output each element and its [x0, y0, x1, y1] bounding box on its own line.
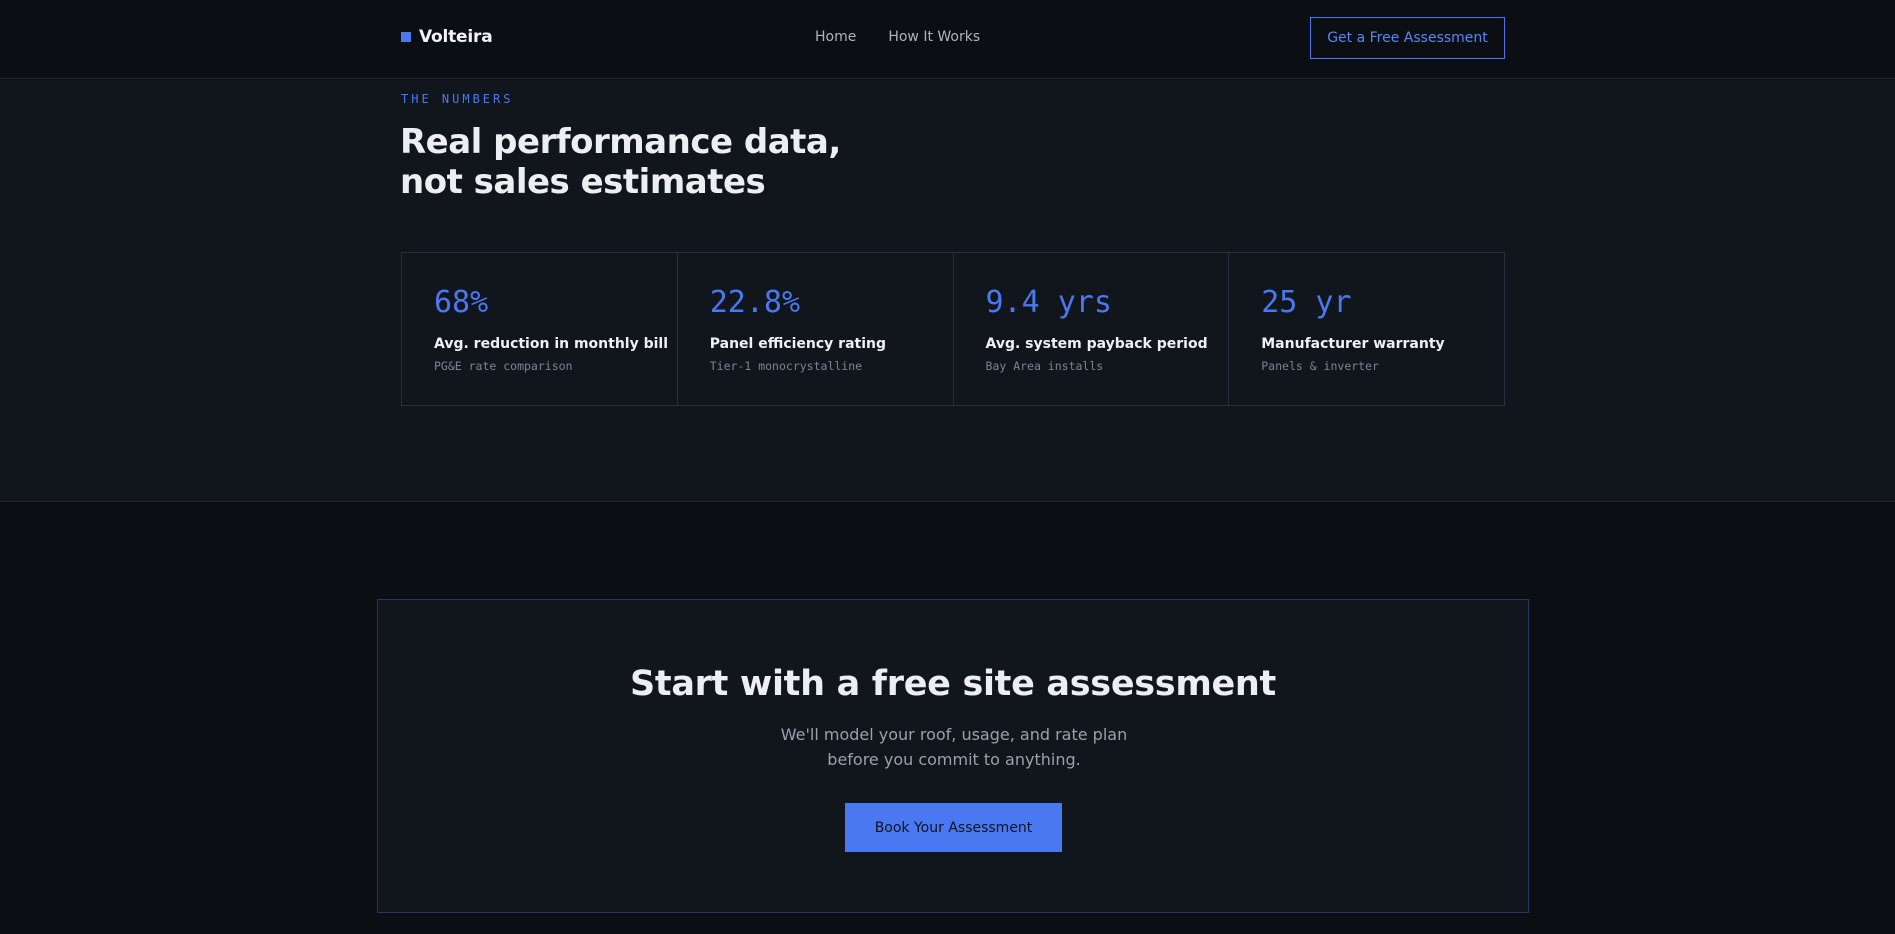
stat-label: Panel efficiency rating — [709, 336, 887, 352]
nav-link-home[interactable]: Home — [815, 29, 856, 45]
main-nav: Home How It Works — [815, 29, 980, 45]
stat-card-payback-period: 9.4 yrs Avg. system payback period Bay A… — [954, 253, 1230, 405]
get-free-assessment-button[interactable]: Get a Free Assessment — [1310, 17, 1505, 59]
stat-value: 9.4 yrs — [985, 285, 1112, 320]
page: Volteira Home How It Works Get a Free As… — [0, 0, 1895, 934]
stat-card-warranty: 25 yr Manufacturer warranty Panels & inv… — [1229, 253, 1504, 405]
cta-title: Start with a free site assessment — [630, 664, 1276, 704]
headline-line-1: Real performance data, — [400, 122, 841, 162]
headline-line-2: not sales estimates — [400, 162, 766, 202]
numbers-section: THE NUMBERS Real performance data, not s… — [0, 80, 1895, 502]
cta-subtitle: We'll model your roof, usage, and rate p… — [780, 725, 1128, 769]
stat-value: 68% — [434, 285, 489, 320]
cta-section: Start with a free site assessment We'll … — [0, 503, 1895, 934]
stat-card-panel-efficiency: 22.8% Panel efficiency rating Tier-1 mon… — [678, 253, 954, 405]
stat-label: Avg. system payback period — [985, 336, 1208, 352]
nav-link-how-it-works[interactable]: How It Works — [888, 29, 980, 45]
stat-label: Avg. reduction in monthly bill — [434, 336, 669, 352]
stat-sublabel: PG&E rate comparison — [434, 359, 573, 373]
book-assessment-button[interactable]: Book Your Assessment — [845, 803, 1062, 852]
logo-square-icon — [401, 32, 411, 42]
section-eyebrow: THE NUMBERS — [401, 92, 514, 106]
brand-logo[interactable]: Volteira — [401, 27, 493, 47]
stat-card-bill-reduction: 68% Avg. reduction in monthly bill PG&E … — [402, 253, 678, 405]
section-headline: Real performance data, not sales estimat… — [400, 122, 1000, 202]
stat-label: Manufacturer warranty — [1261, 336, 1445, 352]
brand-name: Volteira — [419, 27, 493, 47]
stat-sublabel: Tier-1 monocrystalline — [709, 359, 863, 373]
stats-grid: 68% Avg. reduction in monthly bill PG&E … — [401, 252, 1505, 406]
cta-card: Start with a free site assessment We'll … — [377, 599, 1529, 913]
site-header: Volteira Home How It Works Get a Free As… — [0, 0, 1895, 79]
stat-value: 25 yr — [1261, 285, 1352, 320]
stat-value: 22.8% — [709, 285, 801, 320]
stat-sublabel: Panels & inverter — [1261, 359, 1379, 373]
stat-sublabel: Bay Area installs — [985, 359, 1104, 373]
